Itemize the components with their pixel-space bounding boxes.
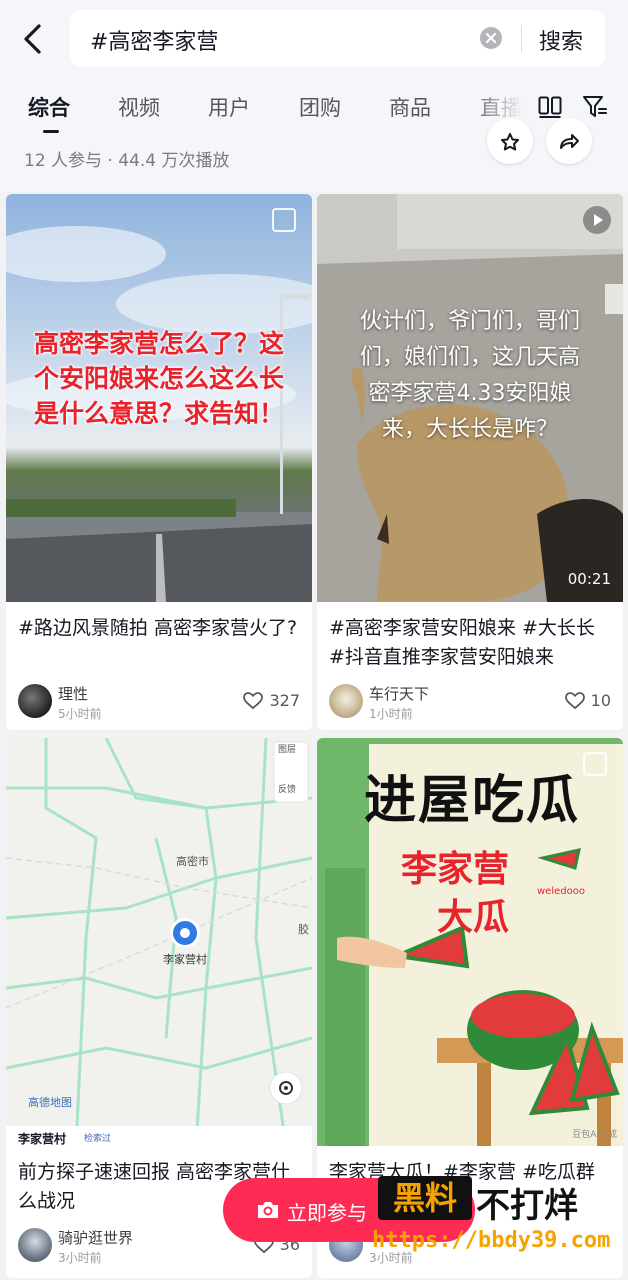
- avatar[interactable]: [18, 1228, 52, 1262]
- map-cover[interactable]: 高密市 李家营村 胶 图层 反馈 高德地图 李家营村 检索过: [6, 738, 312, 1146]
- like-count[interactable]: 327: [243, 691, 300, 710]
- cover-subtitle-1: 李家营: [401, 849, 510, 890]
- cover-text: 高密李家营怎么了？这个安阳娘来怎么这么长是什么意思？求告知！: [33, 329, 284, 428]
- image-cover[interactable]: 进屋吃瓜 李家营 大瓜 weledooo 豆包AI生成: [317, 738, 623, 1146]
- watermark-box: 黑料: [378, 1176, 472, 1220]
- tab-products[interactable]: 商品: [389, 92, 431, 122]
- tab-group-buy[interactable]: 团购: [299, 92, 341, 122]
- map-pin-icon: [170, 918, 200, 948]
- map-label-edge: 胶: [298, 923, 309, 936]
- video-cover[interactable]: 高密李家营怎么了？这个安阳娘来怎么这么长是什么意思？求告知！: [6, 194, 312, 602]
- topic-stats: 12 人参与 · 44.4 万次播放: [24, 151, 230, 171]
- video-cover[interactable]: 伙计们，爷门们，哥们们，娘们们，这几天高密李家营4.33安阳娘来，大长长是咋？ …: [317, 194, 623, 602]
- card-description[interactable]: #路边风景随拍 高密李家营火了?: [18, 614, 304, 643]
- filter-icon[interactable]: [582, 94, 608, 120]
- watermark-text: 不打烊: [476, 1186, 578, 1226]
- post-time: 3小时前: [58, 1251, 102, 1265]
- heart-icon: [243, 692, 264, 710]
- cover-corner-mark: 豆包AI生成: [572, 1130, 617, 1140]
- camera-icon: [258, 1202, 278, 1218]
- share-icon: [560, 134, 579, 149]
- search-button[interactable]: 搜索: [539, 24, 583, 56]
- author-name[interactable]: 骑驴逛世界: [58, 1227, 133, 1248]
- back-button[interactable]: [18, 22, 48, 56]
- favorite-button[interactable]: [487, 118, 533, 164]
- cover-tag: weledooo: [537, 886, 585, 897]
- star-icon: [501, 133, 519, 151]
- map-layer-label: 图层: [278, 745, 297, 755]
- tab-all[interactable]: 综合: [28, 92, 70, 122]
- avatar[interactable]: [18, 684, 52, 718]
- map-brand-logo: 高德地图: [28, 1096, 72, 1109]
- tab-bar: 综合 视频 用户 团购 商品 直播: [0, 86, 628, 136]
- map-label-village: 李家营村: [163, 953, 207, 966]
- cover-subtitle-2: 大瓜: [437, 897, 510, 938]
- search-query[interactable]: #高密李家营: [90, 24, 218, 56]
- watermark: 黑料 不打烊 https://bbdy39.com: [372, 1172, 628, 1272]
- cover-text: 伙计们，爷门们，哥们们，娘们们，这几天高密李家营4.33安阳娘来，大长长是咋？: [359, 309, 580, 442]
- map-feedback-label: 反馈: [278, 785, 297, 795]
- like-count-value: 10: [590, 691, 611, 710]
- layout-toggle-icon[interactable]: [538, 96, 562, 118]
- header-area: #高密李家营 搜索 综合 视频 用户 团购 商品 直播 12 人参与: [0, 0, 628, 192]
- video-duration: 00:21: [567, 570, 611, 588]
- join-button-label: 立即参与: [287, 1201, 367, 1225]
- map-bottom-strip: 李家营村 检索过: [6, 1126, 312, 1146]
- like-count[interactable]: 10: [564, 691, 611, 710]
- like-count-value: 327: [269, 691, 300, 710]
- watermark-url: https://bbdy39.com: [372, 1228, 611, 1253]
- card-description[interactable]: #高密李家营安阳娘来 #大长长 #抖音直推李家营安阳娘来: [329, 614, 615, 672]
- cover-title: 进屋吃瓜: [363, 771, 580, 831]
- share-button[interactable]: [546, 118, 592, 164]
- post-time: 1小时前: [369, 707, 413, 721]
- author-name[interactable]: 理性: [58, 683, 88, 704]
- video-play-icon: [583, 206, 611, 234]
- heart-icon: [564, 692, 585, 710]
- video-card[interactable]: 高密李家营怎么了？这个安阳娘来怎么这么长是什么意思？求告知！ #路边风景随拍 高…: [6, 194, 312, 730]
- author-name[interactable]: 车行天下: [369, 683, 429, 704]
- clear-icon[interactable]: [480, 27, 502, 49]
- map-place-name: 李家营村: [18, 1132, 67, 1146]
- map-label-city: 高密市: [176, 855, 209, 868]
- multi-image-icon: [272, 208, 296, 232]
- tab-active-indicator: [43, 130, 59, 133]
- avatar[interactable]: [329, 684, 363, 718]
- search-box[interactable]: #高密李家营 搜索: [70, 10, 605, 67]
- map-searched-label: 检索过: [84, 1134, 112, 1144]
- back-arrow-icon: [24, 24, 41, 54]
- tab-users[interactable]: 用户: [208, 92, 250, 122]
- search-divider: [521, 25, 522, 52]
- tab-video[interactable]: 视频: [118, 92, 160, 122]
- video-card[interactable]: 伙计们，爷门们，哥们们，娘们们，这几天高密李家营4.33安阳娘来，大长长是咋？ …: [317, 194, 623, 730]
- post-time: 5小时前: [58, 707, 102, 721]
